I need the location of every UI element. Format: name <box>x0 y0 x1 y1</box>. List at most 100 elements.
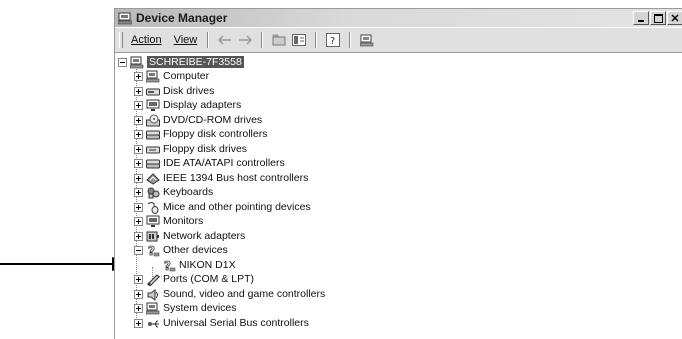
tree-item-monitors[interactable]: Monitors <box>134 214 203 228</box>
expand-toggle[interactable] <box>134 216 143 226</box>
tree-item-label: Floppy disk drives <box>163 143 248 155</box>
close-icon <box>671 14 679 22</box>
show-hide-tree-icon[interactable] <box>290 32 308 48</box>
tree-item-label: System devices <box>163 302 237 314</box>
computer-icon <box>130 56 144 69</box>
expand-toggle[interactable] <box>134 71 143 81</box>
tree-item-other-devices[interactable]: ? Other devices <box>134 243 228 257</box>
tree-item-label: Monitors <box>163 215 204 227</box>
expand-toggle[interactable] <box>134 274 143 284</box>
expand-toggle[interactable] <box>134 231 143 241</box>
tree-item-ide-ata-atapi-controllers[interactable]: IDE ATA/ATAPI controllers <box>134 156 285 170</box>
tree-item-keyboards[interactable]: Keyboards <box>134 185 213 199</box>
expand-toggle[interactable] <box>134 129 143 139</box>
computer-icon <box>146 302 160 315</box>
tree-item-dvd-cd-rom-drives[interactable]: DVD/CD-ROM drives <box>134 113 262 127</box>
mouse-icon <box>146 201 160 214</box>
title-bar[interactable]: Device Manager <box>115 9 682 27</box>
toolbar-separator <box>349 32 352 48</box>
device-manager-icon <box>118 12 132 25</box>
menu-view[interactable]: View <box>174 34 198 46</box>
usb-icon <box>146 317 160 330</box>
window-title: Device Manager <box>136 11 228 25</box>
tree-item-label: Display adapters <box>163 99 242 111</box>
close-button[interactable] <box>667 11 682 25</box>
tree-item-computer[interactable]: Computer <box>134 69 209 83</box>
collapse-toggle[interactable] <box>134 245 143 255</box>
keyboard-icon <box>146 186 160 199</box>
device-tree: SCHREIBE-7F3558 Computer Disk drives Displ… <box>115 53 682 339</box>
expand-toggle[interactable] <box>134 318 143 328</box>
forward-arrow-icon[interactable] <box>236 32 254 48</box>
unknown-device-icon: ? <box>146 244 160 257</box>
tree-item-label: Disk drives <box>163 85 215 97</box>
up-folder-icon[interactable] <box>270 32 288 48</box>
svg-text:?: ? <box>330 36 335 47</box>
tree-item-label: NIKON D1X <box>179 259 236 271</box>
back-arrow-icon[interactable] <box>216 32 234 48</box>
disk-drive-icon <box>146 85 160 98</box>
tree-item-floppy-disk-controllers[interactable]: Floppy disk controllers <box>134 127 267 141</box>
sound-icon <box>146 288 160 301</box>
network-adapter-icon <box>146 230 160 243</box>
expand-toggle[interactable] <box>134 86 143 96</box>
tree-item-label: Mice and other pointing devices <box>163 201 311 213</box>
tree-item-sound-video-and-game-controllers[interactable]: Sound, video and game controllers <box>134 287 325 301</box>
cdrom-icon <box>146 114 160 127</box>
tree-item-floppy-disk-drives[interactable]: Floppy disk drives <box>134 142 247 156</box>
root-computer-name: SCHREIBE-7F3558 <box>147 56 244 68</box>
maximize-icon <box>653 13 663 23</box>
expand-toggle[interactable] <box>134 202 143 212</box>
monitor-icon <box>146 215 160 228</box>
tree-item-network-adapters[interactable]: Network adapters <box>134 229 245 243</box>
expand-toggle[interactable] <box>134 158 143 168</box>
tree-item-label: Computer <box>163 70 210 82</box>
tree-item-label: Network adapters <box>163 230 246 242</box>
collapse-toggle[interactable] <box>118 57 127 67</box>
device-manager-window: Device Manager Action View ? SCHREIBE-7F… <box>114 8 682 339</box>
expand-toggle[interactable] <box>134 100 143 110</box>
toolbar-separator <box>261 32 264 48</box>
scan-hardware-icon[interactable] <box>358 32 376 48</box>
toolbar-separator <box>207 32 210 48</box>
expand-toggle[interactable] <box>134 303 143 313</box>
port-icon <box>146 273 160 286</box>
controller-icon <box>146 128 160 141</box>
tree-item-display-adapters[interactable]: Display adapters <box>134 98 241 112</box>
minimize-icon <box>638 20 644 22</box>
help-icon[interactable]: ? <box>324 32 342 48</box>
tree-item-ports-com-lpt[interactable]: Ports (COM & LPT) <box>134 272 254 286</box>
expand-toggle[interactable] <box>134 144 143 154</box>
tree-item-system-devices[interactable]: System devices <box>134 301 237 315</box>
monitor-icon <box>146 99 160 112</box>
toolbar-separator <box>315 32 318 48</box>
unknown-device-icon: ? <box>162 259 176 272</box>
expand-toggle[interactable] <box>134 289 143 299</box>
tree-item-label: IDE ATA/ATAPI controllers <box>163 157 285 169</box>
toolbar-grip <box>119 32 123 48</box>
tree-item-label: Keyboards <box>163 186 214 198</box>
tree-item-mice-and-other-pointing-devices[interactable]: Mice and other pointing devices <box>134 200 311 214</box>
menu-action[interactable]: Action <box>131 34 162 46</box>
maximize-button[interactable] <box>650 11 666 25</box>
tree-item-nikon-d1x[interactable]: ? NIKON D1X <box>162 258 236 272</box>
ieee1394-icon <box>146 172 160 185</box>
computer-icon <box>146 70 160 83</box>
toolbar: Action View ? <box>115 28 682 53</box>
expand-toggle[interactable] <box>134 187 143 197</box>
tree-item-label: Other devices <box>163 244 228 256</box>
tree-item-label: IEEE 1394 Bus host controllers <box>163 172 309 184</box>
controller-icon <box>146 157 160 170</box>
tree-item-universal-serial-bus-controllers[interactable]: Universal Serial Bus controllers <box>134 316 309 330</box>
tree-item-label: Universal Serial Bus controllers <box>163 317 309 329</box>
expand-toggle[interactable] <box>134 173 143 183</box>
tree-item-ieee-1394-bus-host-controllers[interactable]: IEEE 1394 Bus host controllers <box>134 171 308 185</box>
tree-item-disk-drives[interactable]: Disk drives <box>134 84 214 98</box>
tree-item-label: Ports (COM & LPT) <box>163 273 255 285</box>
tree-item-label: DVD/CD-ROM drives <box>163 114 263 126</box>
tree-root[interactable]: SCHREIBE-7F3558 <box>118 55 244 69</box>
expand-toggle[interactable] <box>134 115 143 125</box>
minimize-button[interactable] <box>633 11 649 25</box>
tree-item-label: Sound, video and game controllers <box>163 288 326 300</box>
floppy-drive-icon <box>146 143 160 156</box>
